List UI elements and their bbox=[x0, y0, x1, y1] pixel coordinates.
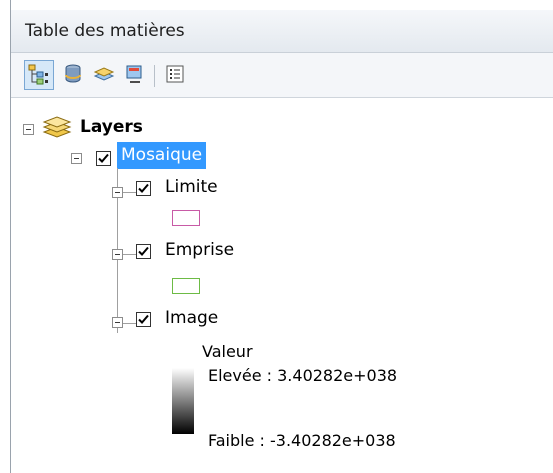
limite-collapse-toggle[interactable] bbox=[112, 187, 123, 198]
raster-high-label: Elevée : 3.40282e+038 bbox=[208, 366, 398, 385]
table-of-contents-window: Table des matières Layers Mosaique Limit… bbox=[0, 0, 553, 473]
mosaique-collapse-toggle[interactable] bbox=[71, 153, 82, 164]
title-bar[interactable]: Table des matières bbox=[11, 10, 553, 53]
emprise-checkbox[interactable] bbox=[136, 244, 151, 259]
limite-symbol-swatch[interactable] bbox=[172, 210, 200, 226]
layers-root-label[interactable]: Layers bbox=[80, 117, 143, 137]
image-label[interactable]: Image bbox=[165, 308, 218, 328]
tree-connector bbox=[123, 323, 137, 324]
toc-toolbar bbox=[11, 53, 553, 98]
tree-connector bbox=[123, 192, 137, 193]
layers-collapse-toggle[interactable] bbox=[23, 124, 34, 135]
emprise-collapse-toggle[interactable] bbox=[112, 249, 123, 260]
database-icon bbox=[65, 64, 81, 83]
checkmark-icon bbox=[98, 153, 109, 163]
toolbar-separator bbox=[154, 65, 155, 87]
image-collapse-toggle[interactable] bbox=[112, 317, 123, 328]
raster-gradient-ramp[interactable] bbox=[172, 368, 194, 434]
options-button[interactable] bbox=[161, 60, 191, 90]
layers-visibility-icon bbox=[93, 67, 115, 81]
list-by-source-button[interactable] bbox=[59, 60, 89, 90]
checkmark-icon bbox=[138, 246, 149, 256]
limite-label[interactable]: Limite bbox=[165, 177, 218, 197]
emprise-label[interactable]: Emprise bbox=[165, 240, 234, 260]
window-title: Table des matières bbox=[25, 21, 185, 41]
mosaique-label[interactable]: Mosaique bbox=[117, 142, 207, 169]
limite-checkbox[interactable] bbox=[136, 181, 151, 196]
tree-connector bbox=[123, 254, 137, 255]
drawing-order-icon bbox=[28, 64, 48, 85]
options-list-icon bbox=[166, 65, 184, 83]
checkmark-icon bbox=[138, 314, 149, 324]
emprise-symbol-swatch[interactable] bbox=[172, 278, 200, 294]
image-checkbox[interactable] bbox=[136, 312, 151, 327]
selection-icon bbox=[126, 65, 142, 83]
list-by-drawing-order-button[interactable] bbox=[24, 60, 54, 90]
checkmark-icon bbox=[138, 183, 149, 193]
raster-legend-heading: Valeur bbox=[202, 342, 253, 361]
mosaique-checkbox[interactable] bbox=[96, 151, 111, 166]
list-by-visibility-button[interactable] bbox=[90, 60, 120, 90]
layers-stack-icon bbox=[42, 116, 72, 138]
list-by-selection-button[interactable] bbox=[121, 60, 151, 90]
layer-tree: Layers Mosaique Limite Emprise Image Val… bbox=[11, 98, 553, 473]
raster-low-label: Faible : -3.40282e+038 bbox=[208, 431, 396, 450]
